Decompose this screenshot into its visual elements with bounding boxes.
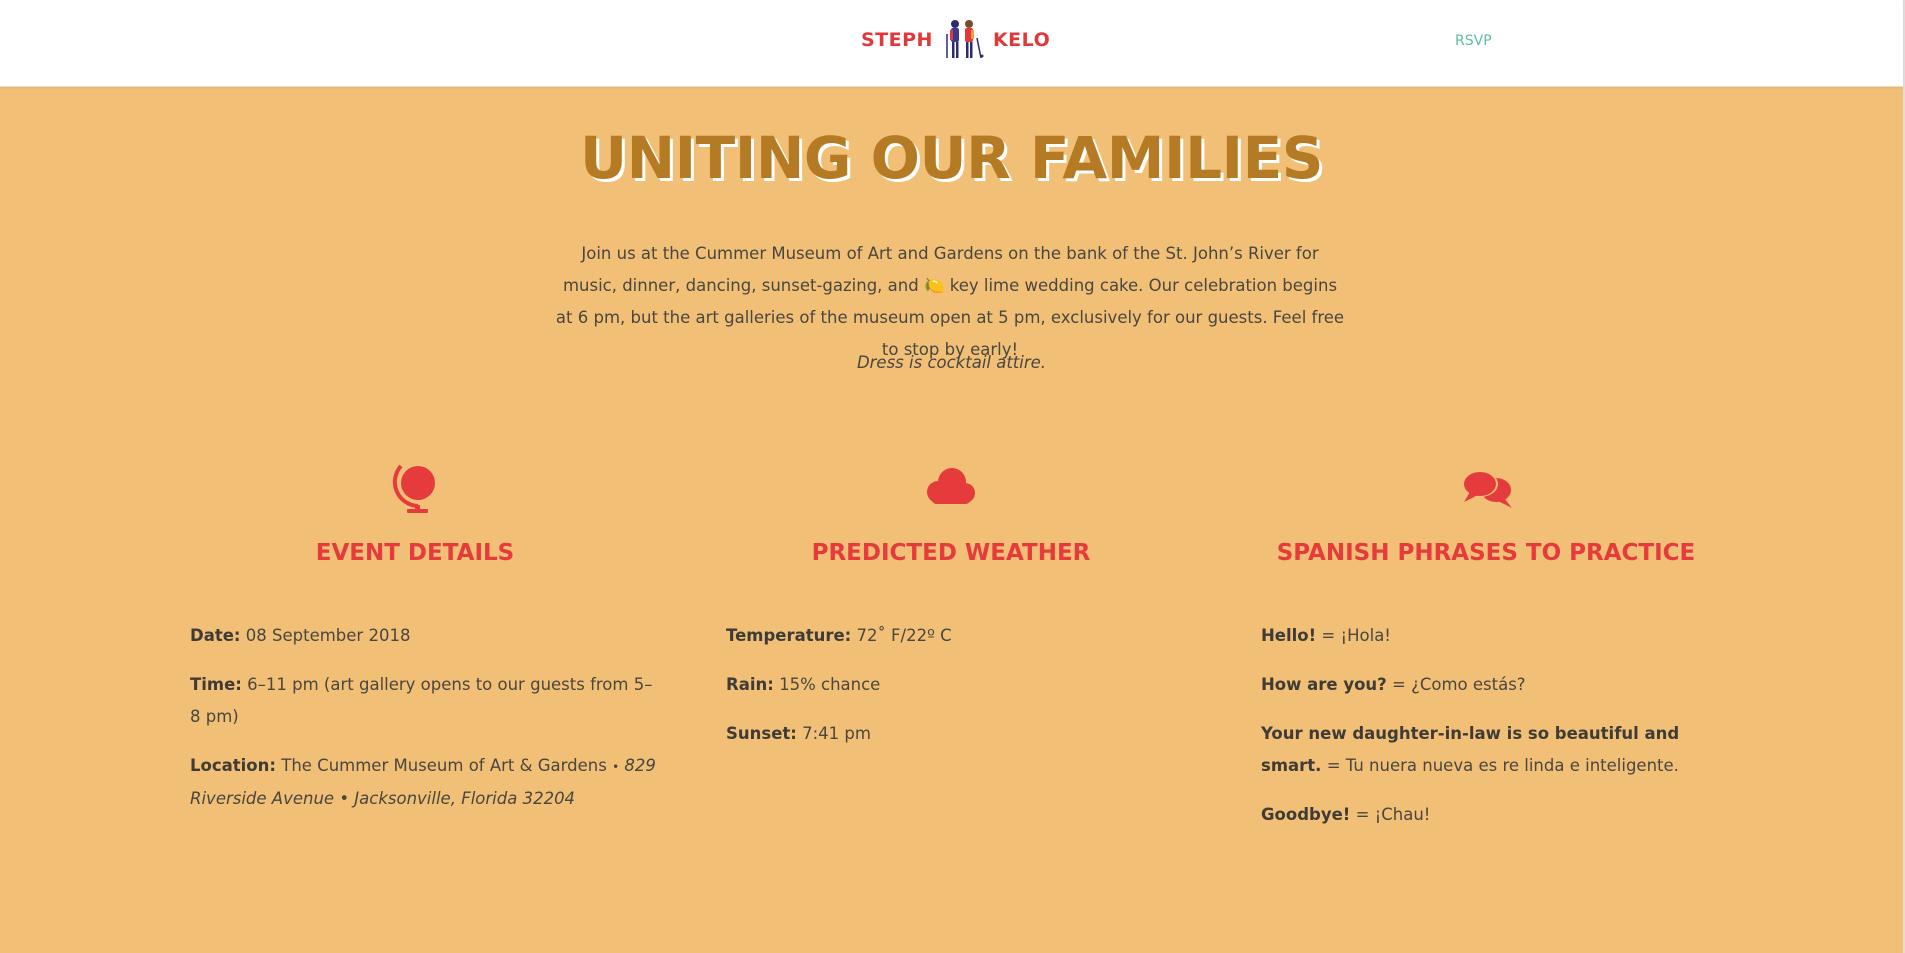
phrase-spanish: Tu nuera nueva es re linda e inteligente… xyxy=(1345,756,1679,775)
cloud-icon xyxy=(927,468,975,504)
phrase-equals: = xyxy=(1392,675,1406,694)
weather-temperature: Temperature: 72˚ F/22º C xyxy=(726,620,1196,652)
event-details-title: EVENT DETAILS xyxy=(315,540,515,566)
event-date: Date: 08 September 2018 xyxy=(190,620,660,652)
speech-bubbles-icon xyxy=(1462,471,1512,508)
weather-body: Temperature: 72˚ F/22º C Rain: 15% chanc… xyxy=(726,620,1196,767)
phrase-item: Your new daughter-in-law is so beautiful… xyxy=(1261,718,1731,782)
attire-note: Dress is cocktail attire. xyxy=(856,353,1047,372)
rain-value: 15% chance xyxy=(779,675,881,694)
logo-text-right: KELO xyxy=(992,29,1051,51)
site-logo[interactable]: STEPH KELO xyxy=(861,16,1050,64)
event-details-body: Date: 08 September 2018 Time: 6–11 pm (a… xyxy=(190,620,660,832)
sunset-value: 7:41 pm xyxy=(802,724,871,743)
temperature-label: Temperature: xyxy=(726,626,852,645)
rain-label: Rain: xyxy=(726,675,774,694)
phrase-equals: = xyxy=(1326,756,1341,775)
time-label: Time: xyxy=(190,675,242,694)
couple-illustration-icon xyxy=(946,20,984,59)
sunset-label: Sunset: xyxy=(726,724,797,743)
date-label: Date: xyxy=(190,626,241,645)
event-time: Time: 6–11 pm (art gallery opens to our … xyxy=(190,669,660,733)
phrase-equals: = xyxy=(1355,805,1370,824)
phrase-item: Goodbye! = ¡Chau! xyxy=(1261,799,1731,831)
phrase-english: How are you? xyxy=(1261,675,1387,694)
weather-rain: Rain: 15% chance xyxy=(726,669,1196,701)
location-label: Location: xyxy=(190,756,276,775)
phrase-spanish: ¡Hola! xyxy=(1340,626,1391,645)
location-value: The Cummer Museum of Art & Gardens xyxy=(281,756,607,775)
temperature-value: 72˚ F/22º C xyxy=(856,626,952,645)
date-value: 08 September 2018 xyxy=(245,626,411,645)
phrase-item: Hello! = ¡Hola! xyxy=(1261,620,1731,652)
intro-paragraph: Join us at the Cummer Museum of Art and … xyxy=(555,238,1345,366)
phrase-english: Goodbye! xyxy=(1261,805,1351,824)
hero-title: UNITING OUR FAMILIES xyxy=(579,124,1324,192)
weather-sunset: Sunset: 7:41 pm xyxy=(726,718,1196,750)
location-separator: • xyxy=(612,760,620,774)
phrase-english: Hello! xyxy=(1261,626,1317,645)
weather-title: PREDICTED WEATHER xyxy=(811,540,1091,566)
phrase-spanish: ¿Como estás? xyxy=(1411,675,1526,694)
site-header: STEPH KELO RSVP xyxy=(0,0,1903,87)
globe-icon xyxy=(392,464,435,513)
spanish-phrases-title: SPANISH PHRASES TO PRACTICE xyxy=(1276,540,1696,566)
phrase-spanish: ¡Chau! xyxy=(1374,805,1431,824)
time-value: 6–11 pm (art gallery opens to our guests… xyxy=(190,675,653,726)
spanish-phrases-body: Hello! = ¡Hola! How are you? = ¿Como est… xyxy=(1261,620,1731,848)
phrase-item: How are you? = ¿Como estás? xyxy=(1261,669,1731,701)
lime-emoji-icon: 🍋 xyxy=(923,276,945,295)
event-location: Location: The Cummer Museum of Art & Gar… xyxy=(190,750,660,815)
phrase-equals: = xyxy=(1321,626,1336,645)
rsvp-link[interactable]: RSVP xyxy=(1455,33,1492,49)
logo-text-left: STEPH xyxy=(861,29,933,51)
